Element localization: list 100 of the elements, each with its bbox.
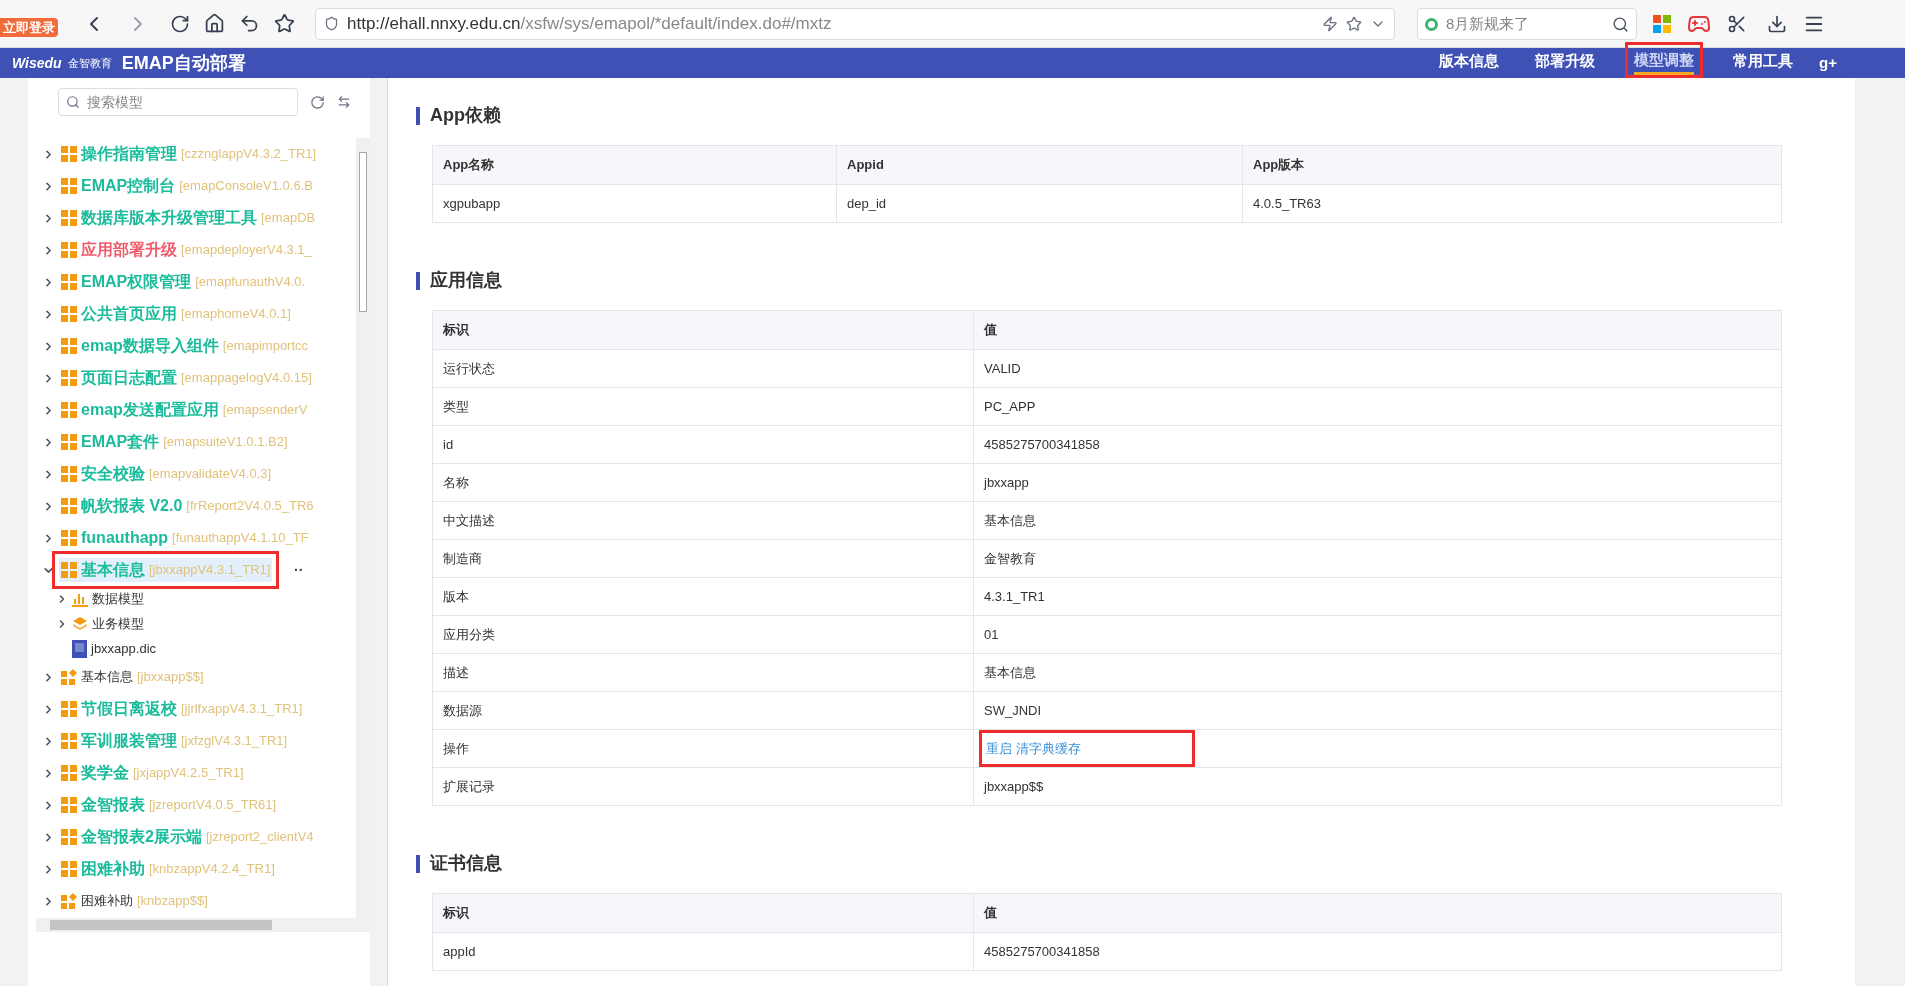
tree-item[interactable]: 节假日离返校 [jjrlfxappV4.3.1_TR1] [59, 697, 305, 721]
tree-item[interactable]: 业务模型 [92, 613, 144, 634]
app-name: 节假日离返校 [81, 699, 177, 719]
app-code: [emapvalidateV4.0.3] [149, 465, 272, 484]
table-cell: VALID [973, 350, 1781, 387]
app-code: [jzreportV4.0.5_TR61] [149, 796, 277, 815]
app-name: 金智报表2展示端 [81, 827, 202, 847]
tree-item[interactable]: EMAP权限管理 [emapfunauthV4.0. [59, 270, 308, 294]
app-name: 帆软报表 V2.0 [81, 496, 183, 516]
app-name: 军训服装管理 [81, 731, 177, 751]
app-code: [jxjappV4.2.5_TR1] [133, 764, 244, 783]
column-header: 值 [973, 894, 1781, 932]
app-name: EMAP权限管理 [81, 272, 192, 292]
table-cell: PC_APP [973, 388, 1781, 425]
tree-item[interactable]: 数据库版本升级管理工具 [emapDB [59, 206, 318, 230]
app-code: [emappagelogV4.0.15] [181, 369, 312, 388]
tree-item[interactable]: emap数据导入组件 [emapimportcc [59, 334, 311, 358]
app-name: 基本信息 [81, 560, 145, 580]
address-bar[interactable]: http://ehall.nnxy.edu.cn/xsfw/sys/emapol/*default/index.do#/mxtz [315, 7, 1395, 40]
tree-item[interactable]: 公共首页应用 [emaphomeV4.0.1] [59, 302, 293, 326]
tree-item[interactable]: 军训服装管理 [jxfzglV4.3.1_TR1] [59, 729, 290, 753]
brand-logo: Wisedu [12, 53, 62, 73]
app-name: 基本信息 [81, 668, 133, 687]
table-cell-text: 运行状态 [442, 359, 496, 378]
column-header: App名称 [442, 156, 496, 175]
nav-tab[interactable]: 版本信息 [1439, 48, 1500, 75]
table-cell-text: 数据源 [442, 701, 483, 720]
app-code: [czznglappV4.3.2_TR1] [181, 145, 317, 164]
table-cell-text: 类型 [442, 397, 470, 416]
tree-item[interactable]: 数据模型 [92, 588, 144, 609]
nav-tab[interactable]: 部署升级 [1535, 48, 1596, 75]
app-name: 安全校验 [81, 464, 145, 484]
search-field[interactable]: 8月新规来了 [1417, 7, 1637, 40]
app-name: 金智报表 [81, 795, 145, 815]
tree-item[interactable]: 困难补助 [knbzapp$$] [59, 891, 210, 911]
table-cell-text: 扩展记录 [442, 777, 496, 796]
column-header: 标识 [442, 904, 470, 923]
app-name: 操作指南管理 [81, 144, 177, 164]
tree-item[interactable]: EMAP套件 [emapsuiteV1.0.1.B2] [59, 430, 290, 454]
tree-item[interactable]: jbxxapp.dic [91, 638, 157, 659]
section-title: 应用信息 [430, 269, 502, 292]
table-cell: 基本信息 [973, 654, 1781, 691]
tree-item[interactable]: 奖学金 [jxjappV4.2.5_TR1] [59, 761, 246, 785]
app-name: emap数据导入组件 [81, 336, 219, 356]
app-code: [jjrlfxappV4.3.1_TR1] [181, 700, 303, 719]
tree-item[interactable]: emap发送配置应用 [emapsenderV [59, 398, 310, 422]
app-title: EMAP自动部署 [121, 51, 246, 75]
app-code: [emapdeployerV4.3.1_ [181, 241, 312, 260]
app-code: [knbzappV4.2.4_TR1] [149, 860, 275, 879]
table-cell: jbxxapp$$ [973, 768, 1781, 805]
app-name: 困难补助 [81, 892, 133, 911]
column-header: 值 [973, 311, 1781, 349]
app-name: 数据库版本升级管理工具 [81, 208, 257, 228]
brand-subtitle: 金智教育 [67, 55, 112, 71]
table-cell-text: 版本 [442, 587, 470, 606]
tree-item[interactable]: funauthapp [funauthappV4.1.10_TF [59, 526, 311, 550]
google-plus-button[interactable]: g+ [1819, 51, 1837, 75]
app-code: [emapsenderV [222, 401, 308, 420]
table-cell: 01 [973, 616, 1781, 653]
app-code: [emapimportcc [222, 337, 309, 356]
more-button[interactable]: ·· [294, 559, 304, 581]
app-code: [emapfunauthV4.0. [195, 273, 306, 292]
login-badge[interactable]: 立即登录 [0, 17, 58, 38]
tree-item[interactable]: 基本信息 [jbxxapp$$] [59, 667, 206, 687]
app-name: EMAP套件 [81, 432, 160, 452]
table-cell-text: xgpubapp [442, 194, 502, 213]
column-header: App版本 [1242, 146, 1781, 184]
table-cell: jbxxapp [973, 464, 1781, 501]
model-search-field[interactable]: 搜索模型 [58, 88, 298, 116]
app-name: funauthapp [81, 528, 169, 548]
app-code: [jbxxappV4.3.1_TR1] [149, 561, 271, 580]
tree-item[interactable]: 页面日志配置 [emappagelogV4.0.15] [59, 366, 314, 390]
app-code: [funauthappV4.1.10_TF [172, 529, 309, 548]
tree-item[interactable]: 安全校验 [emapvalidateV4.0.3] [59, 462, 274, 486]
tree-item[interactable]: EMAP控制台 [emapConsoleV1.0.6.B [59, 174, 315, 198]
tree-item[interactable]: 应用部署升级 [emapdeployerV4.3.1_ [59, 238, 314, 262]
table-cell: 4585275700341858 [973, 426, 1781, 463]
table-cell: 4.3.1_TR1 [973, 578, 1781, 615]
table-cell: 金智教育 [973, 540, 1781, 577]
table-cell-text: 名称 [442, 473, 470, 492]
app-name: emap发送配置应用 [81, 400, 219, 420]
app-code: [emapsuiteV1.0.1.B2] [163, 433, 288, 452]
app-code: [jzreport2_clientV4 [205, 828, 314, 847]
action-link[interactable]: 重启 [986, 738, 1012, 759]
nav-tab[interactable]: 常用工具 [1733, 48, 1794, 75]
tree-item[interactable]: 金智报表2展示端 [jzreport2_clientV4 [59, 825, 316, 849]
app-code: [emapConsoleV1.0.6.B [179, 177, 313, 196]
action-link[interactable]: 清字典缓存 [1016, 738, 1081, 759]
app-name: 应用部署升级 [81, 240, 177, 260]
tree-item[interactable]: 操作指南管理 [czznglappV4.3.2_TR1] [59, 142, 319, 166]
tree-item[interactable]: 帆软报表 V2.0 [frReport2V4.0.5_TR6 [59, 494, 316, 518]
tree-item[interactable]: 金智报表 [jzreportV4.0.5_TR61] [59, 793, 279, 817]
app-code: [frReport2V4.0.5_TR6 [186, 497, 314, 516]
app-code: [knbzapp$$] [137, 892, 208, 911]
app-name: 奖学金 [81, 763, 129, 783]
url-text: http://ehall.nnxy.edu.cn/xsfw/sys/emapol/*default/index.do#/mxtz [347, 12, 832, 35]
app-code: [emaphomeV4.0.1] [181, 305, 291, 324]
nav-tab[interactable]: 模型调整 [1634, 48, 1695, 75]
table-cell: 4585275700341858 [973, 933, 1781, 970]
tree-item[interactable]: 困难补助 [knbzappV4.2.4_TR1] [59, 857, 277, 881]
